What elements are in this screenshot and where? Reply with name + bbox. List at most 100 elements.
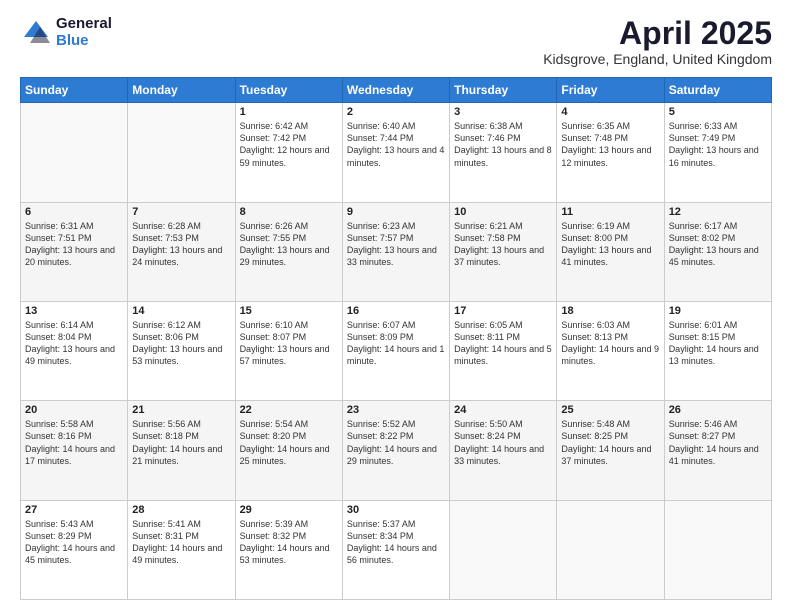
table-row: 11 Sunrise: 6:19 AMSunset: 8:00 PMDayligh… bbox=[557, 202, 664, 301]
table-row: 17 Sunrise: 6:05 AMSunset: 8:11 PMDayligh… bbox=[450, 301, 557, 400]
calendar-week-row: 1Sunrise: 6:42 AMSunset: 7:42 PMDaylight… bbox=[21, 103, 772, 202]
table-row: 18 Sunrise: 6:03 AMSunset: 8:13 PMDayligh… bbox=[557, 301, 664, 400]
day-number: 13 bbox=[25, 305, 123, 317]
header: General Blue April 2025 Kidsgrove, Engla… bbox=[20, 16, 772, 67]
page: General Blue April 2025 Kidsgrove, Engla… bbox=[0, 0, 792, 612]
day-info: Sunrise: 5:41 AMSunset: 8:31 PMDaylight:… bbox=[132, 518, 230, 567]
table-row: 15Sunrise: 6:10 AMSunset: 8:07 PMDayligh… bbox=[235, 301, 342, 400]
main-title: April 2025 bbox=[543, 16, 772, 51]
day-number: 29 bbox=[240, 504, 338, 516]
table-row: 8 Sunrise: 6:26 AMSunset: 7:55 PMDaylight… bbox=[235, 202, 342, 301]
day-number: 26 bbox=[669, 404, 767, 416]
table-row: 9 Sunrise: 6:23 AMSunset: 7:57 PMDaylight… bbox=[342, 202, 449, 301]
col-saturday: Saturday bbox=[664, 78, 771, 103]
day-info: Sunrise: 6:05 AMSunset: 8:11 PMDaylight:… bbox=[454, 319, 552, 368]
calendar-table: Sunday Monday Tuesday Wednesday Thursday… bbox=[20, 77, 772, 600]
day-number: 16 bbox=[347, 305, 445, 317]
day-number: 4 bbox=[561, 106, 659, 118]
table-row: 21 Sunrise: 5:56 AMSunset: 8:18 PMDayligh… bbox=[128, 401, 235, 500]
day-number: 11 bbox=[561, 206, 659, 218]
day-info: Sunrise: 6:31 AMSunset: 7:51 PMDaylight:… bbox=[25, 220, 123, 269]
day-number: 9 bbox=[347, 206, 445, 218]
day-info: Sunrise: 6:35 AMSunset: 7:48 PMDaylight:… bbox=[561, 120, 659, 169]
table-row: 27 Sunrise: 5:43 AMSunset: 8:29 PMDayligh… bbox=[21, 500, 128, 599]
day-number: 12 bbox=[669, 206, 767, 218]
day-info: Sunrise: 6:26 AMSunset: 7:55 PMDaylight:… bbox=[240, 220, 338, 269]
table-row: 2Sunrise: 6:40 AMSunset: 7:44 PMDaylight… bbox=[342, 103, 449, 202]
day-info: Sunrise: 5:43 AMSunset: 8:29 PMDaylight:… bbox=[25, 518, 123, 567]
day-info: Sunrise: 6:19 AMSunset: 8:00 PMDaylight:… bbox=[561, 220, 659, 269]
day-info: Sunrise: 6:14 AMSunset: 8:04 PMDaylight:… bbox=[25, 319, 123, 368]
day-number: 15 bbox=[240, 305, 338, 317]
table-row: 24 Sunrise: 5:50 AMSunset: 8:24 PMDayligh… bbox=[450, 401, 557, 500]
day-info: Sunrise: 6:28 AMSunset: 7:53 PMDaylight:… bbox=[132, 220, 230, 269]
day-number: 14 bbox=[132, 305, 230, 317]
day-info: Sunrise: 6:21 AMSunset: 7:58 PMDaylight:… bbox=[454, 220, 552, 269]
day-info: Sunrise: 6:03 AMSunset: 8:13 PMDaylight:… bbox=[561, 319, 659, 368]
day-number: 24 bbox=[454, 404, 552, 416]
day-number: 21 bbox=[132, 404, 230, 416]
day-info: Sunrise: 5:52 AMSunset: 8:22 PMDaylight:… bbox=[347, 418, 445, 467]
table-row: 28 Sunrise: 5:41 AMSunset: 8:31 PMDayligh… bbox=[128, 500, 235, 599]
table-row: 26 Sunrise: 5:46 AMSunset: 8:27 PMDayligh… bbox=[664, 401, 771, 500]
day-info: Sunrise: 6:38 AMSunset: 7:46 PMDaylight:… bbox=[454, 120, 552, 169]
table-row: 29Sunrise: 5:39 AMSunset: 8:32 PMDayligh… bbox=[235, 500, 342, 599]
day-info: Sunrise: 5:46 AMSunset: 8:27 PMDaylight:… bbox=[669, 418, 767, 467]
day-number: 27 bbox=[25, 504, 123, 516]
day-info: Sunrise: 5:56 AMSunset: 8:18 PMDaylight:… bbox=[132, 418, 230, 467]
table-row: 6 Sunrise: 6:31 AMSunset: 7:51 PMDaylight… bbox=[21, 202, 128, 301]
day-info: Sunrise: 6:23 AMSunset: 7:57 PMDaylight:… bbox=[347, 220, 445, 269]
table-row: 12 Sunrise: 6:17 AMSunset: 8:02 PMDayligh… bbox=[664, 202, 771, 301]
day-info: Sunrise: 6:17 AMSunset: 8:02 PMDaylight:… bbox=[669, 220, 767, 269]
subtitle: Kidsgrove, England, United Kingdom bbox=[543, 51, 772, 67]
logo-text: General Blue bbox=[56, 16, 112, 49]
table-row: 25 Sunrise: 5:48 AMSunset: 8:25 PMDayligh… bbox=[557, 401, 664, 500]
day-number: 8 bbox=[240, 206, 338, 218]
day-number: 19 bbox=[669, 305, 767, 317]
table-row: 30Sunrise: 5:37 AMSunset: 8:34 PMDayligh… bbox=[342, 500, 449, 599]
table-row: 7 Sunrise: 6:28 AMSunset: 7:53 PMDaylight… bbox=[128, 202, 235, 301]
table-row: 3 Sunrise: 6:38 AMSunset: 7:46 PMDaylight… bbox=[450, 103, 557, 202]
day-number: 2 bbox=[347, 106, 445, 118]
table-row: 22 Sunrise: 5:54 AMSunset: 8:20 PMDayligh… bbox=[235, 401, 342, 500]
day-number: 23 bbox=[347, 404, 445, 416]
day-info: Sunrise: 5:54 AMSunset: 8:20 PMDaylight:… bbox=[240, 418, 338, 467]
title-block: April 2025 Kidsgrove, England, United Ki… bbox=[543, 16, 772, 67]
calendar-week-row: 6 Sunrise: 6:31 AMSunset: 7:51 PMDaylight… bbox=[21, 202, 772, 301]
day-number: 10 bbox=[454, 206, 552, 218]
day-number: 6 bbox=[25, 206, 123, 218]
table-row: 1Sunrise: 6:42 AMSunset: 7:42 PMDaylight… bbox=[235, 103, 342, 202]
day-number: 28 bbox=[132, 504, 230, 516]
table-row: 5 Sunrise: 6:33 AMSunset: 7:49 PMDaylight… bbox=[664, 103, 771, 202]
logo-icon bbox=[20, 17, 52, 49]
table-row: 4 Sunrise: 6:35 AMSunset: 7:48 PMDaylight… bbox=[557, 103, 664, 202]
day-info: Sunrise: 6:12 AMSunset: 8:06 PMDaylight:… bbox=[132, 319, 230, 368]
col-sunday: Sunday bbox=[21, 78, 128, 103]
day-number: 22 bbox=[240, 404, 338, 416]
day-info: Sunrise: 5:48 AMSunset: 8:25 PMDaylight:… bbox=[561, 418, 659, 467]
day-number: 3 bbox=[454, 106, 552, 118]
col-thursday: Thursday bbox=[450, 78, 557, 103]
day-info: Sunrise: 6:01 AMSunset: 8:15 PMDaylight:… bbox=[669, 319, 767, 368]
day-number: 17 bbox=[454, 305, 552, 317]
day-number: 30 bbox=[347, 504, 445, 516]
col-friday: Friday bbox=[557, 78, 664, 103]
table-row: 10 Sunrise: 6:21 AMSunset: 7:58 PMDayligh… bbox=[450, 202, 557, 301]
day-number: 5 bbox=[669, 106, 767, 118]
calendar-week-row: 27 Sunrise: 5:43 AMSunset: 8:29 PMDayligh… bbox=[21, 500, 772, 599]
col-monday: Monday bbox=[128, 78, 235, 103]
day-number: 7 bbox=[132, 206, 230, 218]
table-row: 13 Sunrise: 6:14 AMSunset: 8:04 PMDayligh… bbox=[21, 301, 128, 400]
day-info: Sunrise: 6:33 AMSunset: 7:49 PMDaylight:… bbox=[669, 120, 767, 169]
day-number: 1 bbox=[240, 106, 338, 118]
day-number: 18 bbox=[561, 305, 659, 317]
logo: General Blue bbox=[20, 16, 112, 49]
day-number: 20 bbox=[25, 404, 123, 416]
table-row: 16 Sunrise: 6:07 AMSunset: 8:09 PMDayligh… bbox=[342, 301, 449, 400]
day-info: Sunrise: 5:50 AMSunset: 8:24 PMDaylight:… bbox=[454, 418, 552, 467]
logo-general-text: General bbox=[56, 16, 112, 33]
table-row bbox=[664, 500, 771, 599]
day-number: 25 bbox=[561, 404, 659, 416]
day-info: Sunrise: 6:07 AMSunset: 8:09 PMDaylight:… bbox=[347, 319, 445, 368]
table-row bbox=[21, 103, 128, 202]
